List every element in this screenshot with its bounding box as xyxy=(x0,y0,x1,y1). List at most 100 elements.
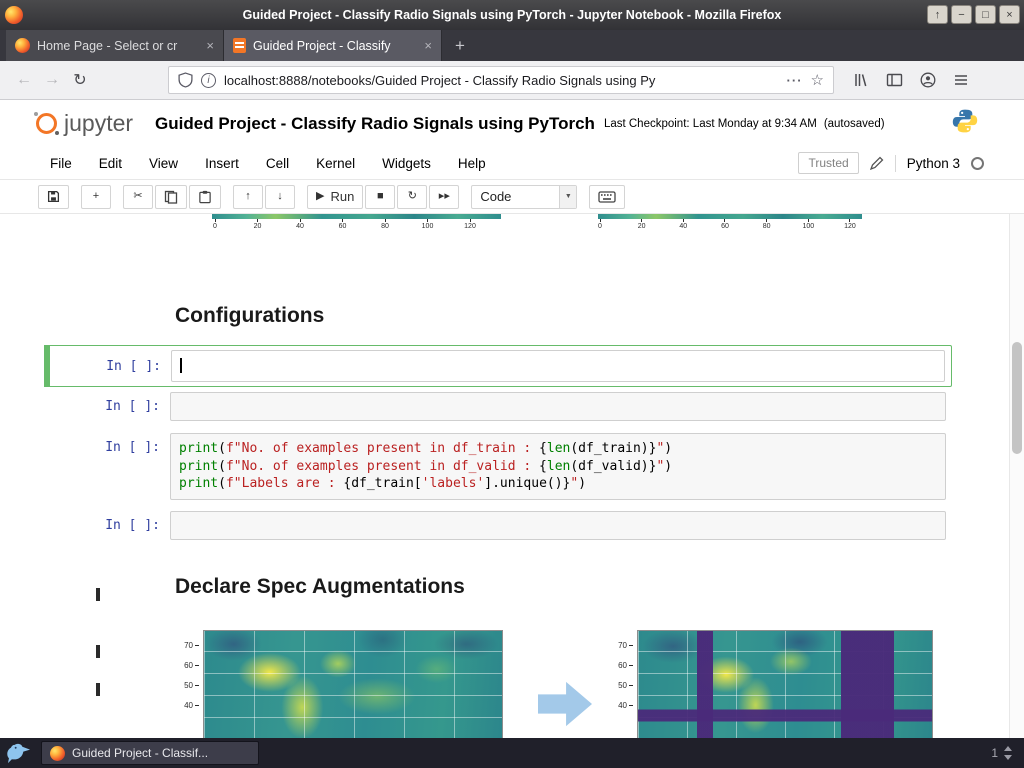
axis-tick-label: 40 xyxy=(169,695,199,715)
jupyter-logo[interactable]: jupyter xyxy=(34,110,134,137)
axis-tick-label: 40 xyxy=(292,219,308,231)
cell-prompt: In [ ]: xyxy=(105,440,160,455)
account-icon[interactable] xyxy=(920,72,936,88)
copy-icon xyxy=(164,190,178,204)
command-palette-button[interactable] xyxy=(589,184,626,209)
paste-button[interactable] xyxy=(189,184,221,209)
cut-button[interactable]: ✂ xyxy=(123,184,153,209)
kernel-status-icon xyxy=(971,156,984,170)
new-tab-button[interactable]: + xyxy=(442,30,478,61)
move-down-button[interactable]: ↓ xyxy=(265,184,295,209)
edit-pencil-icon xyxy=(869,156,884,170)
save-button[interactable] xyxy=(38,184,69,209)
menu-item[interactable]: File xyxy=(50,156,72,171)
url-text[interactable]: localhost:8888/notebooks/Guided Project … xyxy=(224,73,779,88)
heading-configurations: Configurations xyxy=(175,304,325,327)
move-up-button[interactable]: ↑ xyxy=(233,184,263,209)
cell-type-select[interactable]: Code ▼ xyxy=(471,184,578,209)
menu-icon[interactable] xyxy=(953,72,969,88)
save-icon xyxy=(47,190,60,203)
python-logo xyxy=(952,108,978,139)
library-icon[interactable] xyxy=(852,72,869,88)
back-button[interactable]: ← xyxy=(10,71,38,89)
run-group: ▶ Run ■ ↻ ▸▸ xyxy=(307,184,460,209)
url-bar[interactable]: i localhost:8888/notebooks/Guided Projec… xyxy=(168,66,834,94)
reload-button[interactable]: ↻ xyxy=(66,70,94,90)
shield-icon[interactable] xyxy=(178,72,193,88)
divider xyxy=(894,154,896,172)
bookmark-star-icon[interactable]: ☆ xyxy=(811,71,824,89)
axis-tick-label: 20 xyxy=(250,219,266,231)
cell-input[interactable] xyxy=(171,350,945,382)
code-cell-print[interactable]: In [ ]: print(f"No. of examples present … xyxy=(44,433,946,500)
trusted-badge: Trusted xyxy=(798,152,859,174)
page-actions-icon[interactable]: ··· xyxy=(787,73,803,88)
scrollbar[interactable] xyxy=(1009,214,1024,738)
task-button-firefox[interactable]: Guided Project - Classif... xyxy=(41,741,259,765)
menu-item[interactable]: Help xyxy=(458,156,486,171)
menu-item[interactable]: Widgets xyxy=(382,156,431,171)
chevron-down-icon[interactable]: ▼ xyxy=(559,185,577,208)
cell-input[interactable] xyxy=(170,511,946,540)
cell-prompt: In [ ]: xyxy=(105,399,160,414)
axis-tick-label: 60 xyxy=(335,219,351,231)
system-tray: 1 xyxy=(991,745,1017,761)
code-cell-selected[interactable]: In [ ]: xyxy=(44,345,952,387)
window-controls: ↑ − □ × xyxy=(927,5,1020,24)
arrow-right-icon xyxy=(538,681,592,727)
menu-item[interactable]: View xyxy=(149,156,178,171)
run-button[interactable]: ▶ Run xyxy=(307,184,364,209)
menu-item[interactable]: Cell xyxy=(266,156,289,171)
scrollbar-thumb[interactable] xyxy=(1012,342,1022,454)
copy-button[interactable] xyxy=(155,184,187,209)
axis-tick-label: 40 xyxy=(603,695,633,715)
shade-button[interactable]: ↑ xyxy=(927,5,948,24)
move-group: ↑ ↓ xyxy=(233,184,295,209)
axis-tick-label: 80 xyxy=(759,219,775,231)
sidebar-icon[interactable] xyxy=(886,72,903,88)
add-cell-button[interactable]: + xyxy=(81,184,111,209)
jupyter-toolbar: + ✂ ↑ ↓ ▶ Run ■ ↻ ▸▸ Code ▼ xyxy=(0,180,1024,214)
cell-input[interactable] xyxy=(170,392,946,421)
close-button[interactable]: × xyxy=(999,5,1020,24)
task-button-label: Guided Project - Classif... xyxy=(72,746,209,760)
stop-button[interactable]: ■ xyxy=(365,184,396,209)
axis-tick-label: 120 xyxy=(842,219,858,231)
notebook-title[interactable]: Guided Project - Classify Radio Signals … xyxy=(155,114,595,134)
edit-group: ✂ xyxy=(123,184,221,209)
jupyter-logo-text: jupyter xyxy=(64,110,134,136)
axis-tick-label: 120 xyxy=(462,219,478,231)
screen: Guided Project - Classify Radio Signals … xyxy=(0,0,1024,768)
bird-icon[interactable] xyxy=(7,742,32,765)
menu-item[interactable]: Edit xyxy=(99,156,122,171)
cell-input[interactable]: print(f"No. of examples present in df_tr… xyxy=(170,433,946,500)
keyboard-icon xyxy=(598,190,616,203)
code-cell-empty-1[interactable]: In [ ]: xyxy=(44,392,946,421)
workspace-indicator[interactable]: 1 xyxy=(991,746,998,760)
restart-kernel-button[interactable]: ↻ xyxy=(397,184,428,209)
forward-button[interactable]: → xyxy=(38,71,66,89)
axis-tick-label: 60 xyxy=(603,655,633,675)
maximize-button[interactable]: □ xyxy=(975,5,996,24)
notebook-content[interactable]: 0 20 40 60 80 100 120 0 20 40 60 80 100 120 Configur… xyxy=(0,214,1009,738)
window-titlebar[interactable]: Guided Project - Classify Radio Signals … xyxy=(0,0,1024,30)
menu-item[interactable]: Kernel xyxy=(316,156,355,171)
clipped-content-mark xyxy=(96,588,100,601)
clipped-content-mark xyxy=(96,683,100,696)
firefox-icon xyxy=(50,745,65,761)
tab-close-icon[interactable]: × xyxy=(424,38,432,53)
restart-run-all-button[interactable]: ▸▸ xyxy=(429,184,460,209)
menu-item[interactable]: Insert xyxy=(205,156,239,171)
axis-tick-label: 50 xyxy=(603,675,633,695)
browser-tab-home[interactable]: Home Page - Select or cr × xyxy=(6,30,224,61)
cell-prompt: In [ ]: xyxy=(105,518,160,533)
tab-label: Home Page - Select or cr xyxy=(37,38,178,53)
info-icon[interactable]: i xyxy=(201,72,216,88)
axis-tick-label: 0 xyxy=(592,219,608,231)
browser-tab-notebook[interactable]: Guided Project - Classify × xyxy=(224,30,442,61)
code-cell-empty-2[interactable]: In [ ]: xyxy=(44,511,946,540)
scroll-arrows-icon[interactable] xyxy=(1003,745,1013,761)
minimize-button[interactable]: − xyxy=(951,5,972,24)
tab-close-icon[interactable]: × xyxy=(206,38,214,53)
clipped-content-mark xyxy=(96,645,100,658)
